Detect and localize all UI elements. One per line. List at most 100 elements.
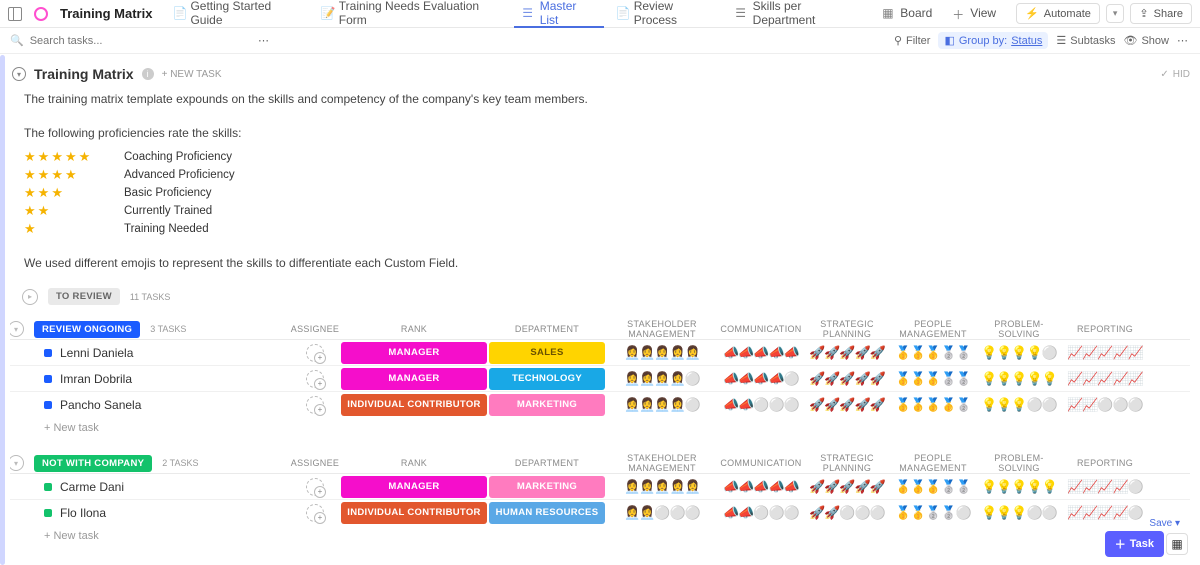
department-pill[interactable]: HUMAN RESOURCES (489, 502, 605, 524)
task-name[interactable]: Imran Dobrila (60, 372, 132, 386)
new-task-link[interactable]: + NEW TASK (162, 69, 222, 80)
tab-board[interactable]: ▦Board (874, 0, 940, 28)
add-assignee-icon[interactable] (306, 370, 324, 388)
people-cell[interactable]: 🥇🥇🥇🥈🥈 (890, 345, 976, 361)
subtasks-button[interactable]: ☰Subtasks (1056, 34, 1115, 47)
people-cell[interactable]: 🥇🥇🥇🥈🥈 (890, 479, 976, 495)
tab-skills-per-department[interactable]: ☰Skills per Department (727, 0, 870, 28)
toolbar-more-icon[interactable]: ⋯ (1177, 34, 1190, 47)
stakeholder-cell[interactable]: 👩‍💼👩‍💼👩‍💼👩‍💼⚪ (606, 397, 718, 413)
search-more-icon[interactable]: ⋯ (258, 34, 271, 47)
task-name[interactable]: Flo Ilona (60, 506, 106, 520)
task-row[interactable]: Lenni Daniela MANAGERSALES👩‍💼👩‍💼👩‍💼👩‍💼👩‍💼… (10, 339, 1190, 365)
people-cell[interactable]: 🥇🥇🥈🥈⚪ (890, 505, 976, 521)
collapse-list-icon[interactable]: ▾ (12, 67, 26, 81)
share-button[interactable]: ⇪ Share (1130, 3, 1192, 24)
show-label: Show (1141, 35, 1169, 47)
collapse-group-icon[interactable]: ▾ (10, 321, 24, 337)
reporting-cell[interactable]: 📈📈📈📈⚪ (1062, 505, 1148, 521)
search-box[interactable]: 🔍 (10, 34, 250, 47)
department-pill[interactable]: MARKETING (489, 476, 605, 498)
reporting-cell[interactable]: 📈📈📈📈📈 (1062, 345, 1148, 361)
task-row[interactable]: Carme Dani MANAGERMARKETING👩‍💼👩‍💼👩‍💼👩‍💼👩‍… (10, 473, 1190, 499)
reporting-cell[interactable]: 📈📈📈📈📈 (1062, 371, 1148, 387)
status-chip-not-with-company[interactable]: NOT WITH COMPANY (34, 455, 152, 472)
task-row[interactable]: Pancho Sanela INDIVIDUAL CONTRIBUTORMARKE… (10, 391, 1190, 417)
collapse-group-icon[interactable]: ▾ (10, 455, 24, 471)
department-pill[interactable]: TECHNOLOGY (489, 368, 605, 390)
problem-cell[interactable]: 💡💡💡💡💡 (976, 371, 1062, 387)
status-chip-to-review[interactable]: TO REVIEW (48, 288, 120, 305)
task-name[interactable]: Pancho Sanela (60, 398, 141, 412)
assignee-cell[interactable] (290, 478, 340, 496)
tab-review-process[interactable]: 📄Review Process (608, 0, 724, 28)
communication-cell[interactable]: 📣📣⚪⚪⚪ (718, 505, 804, 521)
rank-pill[interactable]: MANAGER (341, 342, 487, 364)
tab-training-needs-evaluation-form[interactable]: 📝Training Needs Evaluation Form (313, 0, 511, 28)
add-assignee-icon[interactable] (306, 504, 324, 522)
apps-grid-button[interactable]: ▦ (1166, 533, 1188, 555)
save-button[interactable]: Save ▾ (1149, 518, 1180, 529)
stakeholder-cell[interactable]: 👩‍💼👩‍💼👩‍💼👩‍💼👩‍💼 (606, 345, 718, 361)
communication-cell[interactable]: 📣📣⚪⚪⚪ (718, 397, 804, 413)
assignee-cell[interactable] (290, 344, 340, 362)
stakeholder-cell[interactable]: 👩‍💼👩‍💼⚪⚪⚪ (606, 505, 718, 521)
department-pill[interactable]: SALES (489, 342, 605, 364)
communication-cell[interactable]: 📣📣📣📣📣 (718, 479, 804, 495)
add-assignee-icon[interactable] (306, 344, 324, 362)
info-icon[interactable]: i (142, 68, 154, 80)
strategic-cell[interactable]: 🚀🚀⚪⚪⚪ (804, 505, 890, 521)
assignee-cell[interactable] (290, 504, 340, 522)
show-button[interactable]: 👁Show (1124, 34, 1170, 47)
status-chip-review-ongoing[interactable]: REVIEW ONGOING (34, 321, 140, 338)
rank-pill[interactable]: INDIVIDUAL CONTRIBUTOR (341, 502, 487, 524)
filter-button[interactable]: ⚲Filter (894, 34, 931, 47)
automate-dropdown[interactable]: ▾ (1106, 4, 1125, 23)
assignee-cell[interactable] (290, 396, 340, 414)
hide-button[interactable]: ✓HID (1160, 69, 1190, 80)
strategic-cell[interactable]: 🚀🚀🚀🚀🚀 (804, 345, 890, 361)
people-cell[interactable]: 🥇🥇🥇🥈🥈 (890, 371, 976, 387)
group-by-button[interactable]: ◧ Group by: Status (938, 32, 1048, 49)
expand-group-icon[interactable]: ▸ (22, 289, 38, 305)
strategic-cell[interactable]: 🚀🚀🚀🚀🚀 (804, 371, 890, 387)
task-row[interactable]: Flo Ilona INDIVIDUAL CONTRIBUTORHUMAN RES… (10, 499, 1190, 525)
stakeholder-cell[interactable]: 👩‍💼👩‍💼👩‍💼👩‍💼⚪ (606, 371, 718, 387)
tab-getting-started-guide[interactable]: 📄Getting Started Guide (164, 0, 308, 28)
rank-pill[interactable]: INDIVIDUAL CONTRIBUTOR (341, 394, 487, 416)
task-row[interactable]: Imran Dobrila MANAGERTECHNOLOGY👩‍💼👩‍💼👩‍💼👩… (10, 365, 1190, 391)
communication-cell[interactable]: 📣📣📣📣⚪ (718, 371, 804, 387)
automate-button[interactable]: ⚡ Automate (1016, 3, 1100, 24)
sidebar-toggle-icon[interactable] (8, 7, 22, 21)
reporting-cell[interactable]: 📈📈⚪⚪⚪ (1062, 397, 1148, 413)
strategic-cell[interactable]: 🚀🚀🚀🚀🚀 (804, 479, 890, 495)
add-assignee-icon[interactable] (306, 396, 324, 414)
star-icon: ★ (24, 221, 36, 237)
star-icon: ★ (38, 203, 50, 219)
group-to-review[interactable]: ▸ TO REVIEW 11 TASKS (24, 288, 1190, 305)
search-input[interactable] (30, 35, 250, 47)
strategic-cell[interactable]: 🚀🚀🚀🚀🚀 (804, 397, 890, 413)
problem-cell[interactable]: 💡💡💡💡⚪ (976, 345, 1062, 361)
task-name[interactable]: Carme Dani (60, 480, 124, 494)
problem-cell[interactable]: 💡💡💡⚪⚪ (976, 397, 1062, 413)
people-cell[interactable]: 🥇🥇🥇🥇🥈 (890, 397, 976, 413)
col-problem: PROBLEM-SOLVING (976, 319, 1062, 339)
problem-cell[interactable]: 💡💡💡⚪⚪ (976, 505, 1062, 521)
tab-view[interactable]: ＋View (944, 0, 1004, 28)
rank-pill[interactable]: MANAGER (341, 476, 487, 498)
add-task-notwith[interactable]: + New task (10, 525, 1190, 547)
star-icon: ★ (38, 221, 50, 237)
communication-cell[interactable]: 📣📣📣📣📣 (718, 345, 804, 361)
task-name[interactable]: Lenni Daniela (60, 346, 133, 360)
department-pill[interactable]: MARKETING (489, 394, 605, 416)
tab-master-list[interactable]: ☰Master List (514, 0, 603, 28)
add-assignee-icon[interactable] (306, 478, 324, 496)
rank-pill[interactable]: MANAGER (341, 368, 487, 390)
problem-cell[interactable]: 💡💡💡💡💡 (976, 479, 1062, 495)
stakeholder-cell[interactable]: 👩‍💼👩‍💼👩‍💼👩‍💼👩‍💼 (606, 479, 718, 495)
new-task-button[interactable]: ＋Task (1105, 531, 1164, 557)
add-task-ongoing[interactable]: + New task (10, 417, 1190, 439)
assignee-cell[interactable] (290, 370, 340, 388)
reporting-cell[interactable]: 📈📈📈📈⚪ (1062, 479, 1148, 495)
